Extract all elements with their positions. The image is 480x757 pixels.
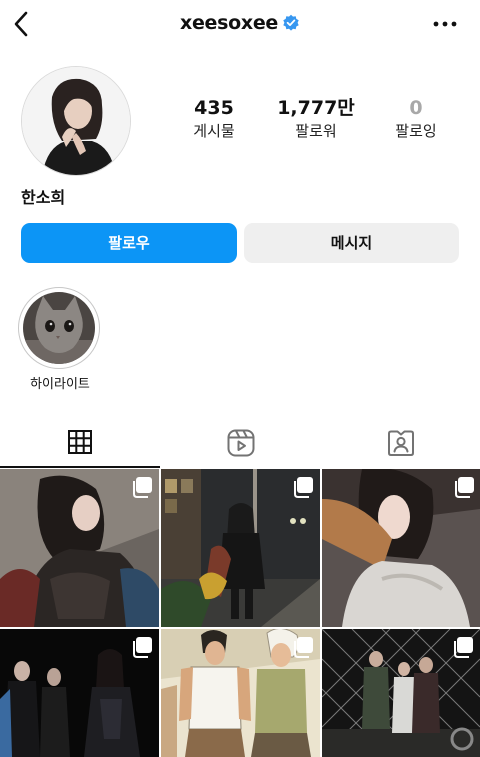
highlight-cover xyxy=(23,292,95,364)
tab-reels[interactable] xyxy=(160,418,320,468)
profile-stats: 435 게시물 1,777만 팔로워 0 팔로잉 xyxy=(170,97,460,147)
post-thumbnail[interactable] xyxy=(161,629,320,757)
story-highlight[interactable]: 하이라이트 xyxy=(18,287,102,392)
more-options-button[interactable] xyxy=(432,16,458,32)
tab-tagged[interactable] xyxy=(320,418,480,468)
post-thumbnail[interactable] xyxy=(322,629,480,757)
kitten-photo xyxy=(23,292,95,364)
post-thumbnail[interactable] xyxy=(161,469,320,627)
posts-label: 게시물 xyxy=(193,122,235,140)
multi-photo-icon xyxy=(133,477,152,498)
multi-photo-icon xyxy=(455,477,474,498)
profile-avatar[interactable] xyxy=(21,66,131,176)
multi-photo-icon xyxy=(294,477,313,498)
highlight-label: 하이라이트 xyxy=(30,377,90,392)
post-thumbnail[interactable] xyxy=(0,469,159,627)
multi-photo-icon xyxy=(133,637,152,658)
followers-stat[interactable]: 1,777만 팔로워 xyxy=(268,97,364,143)
posts-count: 435 xyxy=(194,97,234,119)
grid-icon xyxy=(68,430,92,454)
posts-stat[interactable]: 435 게시물 xyxy=(166,97,262,143)
display-name: 한소희 xyxy=(21,188,66,207)
following-stat[interactable]: 0 팔로잉 xyxy=(368,97,464,143)
follow-button[interactable]: 팔로우 xyxy=(21,223,237,263)
tab-posts[interactable] xyxy=(0,418,160,468)
more-dots-icon xyxy=(433,21,457,27)
post-grid xyxy=(0,469,480,757)
highlight-ring xyxy=(18,287,100,369)
active-tab-indicator xyxy=(0,466,160,468)
following-label: 팔로잉 xyxy=(395,122,437,140)
verified-badge-icon xyxy=(282,14,300,37)
top-bar: xeesoxee xyxy=(0,0,480,50)
reels-icon xyxy=(227,429,255,457)
avatar-photo xyxy=(22,67,130,175)
following-count: 0 xyxy=(409,97,423,119)
followers-label: 팔로워 xyxy=(295,122,337,140)
multi-photo-icon xyxy=(294,637,313,658)
username-text: xeesoxee xyxy=(179,12,279,34)
tagged-icon xyxy=(388,430,414,456)
multi-photo-icon xyxy=(454,637,473,658)
post-thumbnail[interactable] xyxy=(0,629,159,757)
followers-count: 1,777만 xyxy=(277,97,355,119)
message-button[interactable]: 메시지 xyxy=(244,223,459,263)
profile-tabs xyxy=(0,418,480,468)
profile-username: xeesoxee xyxy=(0,12,480,37)
post-thumbnail[interactable] xyxy=(322,469,480,627)
